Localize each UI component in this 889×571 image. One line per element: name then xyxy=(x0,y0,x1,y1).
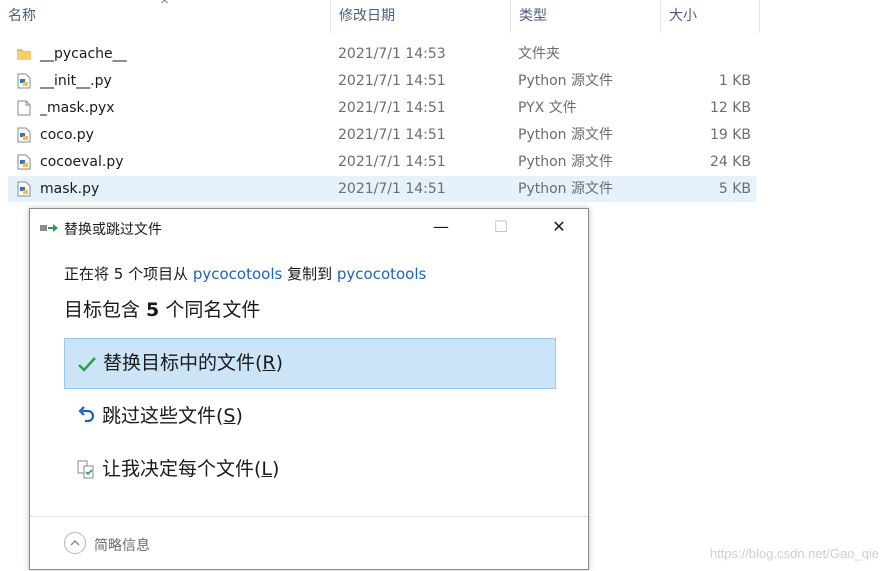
replace-files-option[interactable]: 替换目标中的文件(R) xyxy=(64,338,556,389)
file-size: 19 KB xyxy=(709,127,751,143)
decide-label: 让我决定每个文件( xyxy=(102,458,262,480)
file-row[interactable]: cocoeval.py 2021/7/1 14:51 Python 源文件 24… xyxy=(8,149,756,175)
decide-label-end: ) xyxy=(272,458,280,480)
column-header-size[interactable]: 大小 xyxy=(661,0,760,33)
folder-icon xyxy=(17,49,31,60)
file-row[interactable]: __pycache__ 2021/7/1 14:53 文件夹 xyxy=(8,41,756,67)
column-header-row: 名称 ^ 修改日期 类型 大小 xyxy=(0,0,760,33)
compare-files-icon xyxy=(77,460,94,479)
file-date: 2021/7/1 14:51 xyxy=(338,127,446,143)
column-header-type[interactable]: 类型 xyxy=(511,0,661,33)
replace-or-skip-dialog: 替换或跳过文件 — ☐ ✕ 正在将 5 个项目从 pycocotools 复制到… xyxy=(29,208,589,570)
file-name: coco.py xyxy=(40,127,94,143)
dialog-title: 替换或跳过文件 xyxy=(64,222,162,238)
python-file-icon xyxy=(17,154,31,170)
watermark-text: https://blog.csdn.net/Gao_qie xyxy=(709,546,879,561)
file-size: 24 KB xyxy=(709,154,751,170)
file-name: mask.py xyxy=(40,181,100,197)
file-name: _mask.pyx xyxy=(40,100,115,116)
blank-file-icon xyxy=(17,100,31,116)
close-button[interactable]: ✕ xyxy=(536,209,582,245)
python-file-icon xyxy=(17,127,31,143)
minimize-button[interactable]: — xyxy=(418,209,464,245)
column-header-date[interactable]: 修改日期 xyxy=(331,0,511,33)
headline-prefix: 目标包含 xyxy=(64,299,147,321)
python-file-icon xyxy=(17,73,31,89)
file-type: 文件夹 xyxy=(518,46,560,62)
file-name: __pycache__ xyxy=(40,46,127,62)
file-size: 12 KB xyxy=(709,100,751,116)
replace-label: 替换目标中的文件( xyxy=(103,352,263,374)
checkmark-icon xyxy=(78,357,96,372)
conflict-headline: 目标包含 5 个同名文件 xyxy=(64,295,260,322)
file-row[interactable]: __init__.py 2021/7/1 14:51 Python 源文件 1 … xyxy=(8,68,756,94)
file-transfer-icon xyxy=(40,224,58,232)
replace-label-end: ) xyxy=(275,352,284,374)
file-type: Python 源文件 xyxy=(518,127,613,143)
copy-status-line: 正在将 5 个项目从 pycocotools 复制到 pycocotools xyxy=(64,263,426,284)
file-date: 2021/7/1 14:51 xyxy=(338,154,446,170)
file-type: Python 源文件 xyxy=(518,154,613,170)
headline-suffix: 个同名文件 xyxy=(159,299,261,321)
file-name: __init__.py xyxy=(40,73,112,89)
file-size: 1 KB xyxy=(718,73,751,89)
conflict-count: 5 xyxy=(146,299,160,321)
file-type: Python 源文件 xyxy=(518,73,613,89)
source-folder-link[interactable]: pycocotools xyxy=(193,265,282,283)
file-size: 5 KB xyxy=(718,181,751,197)
sort-ascending-icon: ^ xyxy=(160,0,170,11)
decide-hotkey: L xyxy=(261,458,273,480)
file-type: Python 源文件 xyxy=(518,181,613,197)
file-row[interactable]: _mask.pyx 2021/7/1 14:51 PYX 文件 12 KB xyxy=(8,95,756,121)
file-date: 2021/7/1 14:51 xyxy=(338,100,446,116)
skip-arrow-icon xyxy=(78,406,95,423)
file-date: 2021/7/1 14:53 xyxy=(338,46,446,62)
decide-each-file-option[interactable]: 让我决定每个文件(L) xyxy=(64,444,556,495)
file-date: 2021/7/1 14:51 xyxy=(338,181,446,197)
destination-folder-link[interactable]: pycocotools xyxy=(337,265,426,283)
copy-prefix: 正在将 5 个项目从 xyxy=(64,265,193,283)
fewer-details-label: 简略信息 xyxy=(94,538,150,554)
file-date: 2021/7/1 14:51 xyxy=(338,73,446,89)
dialog-title-bar[interactable]: 替换或跳过文件 — ☐ ✕ xyxy=(30,209,588,245)
python-file-icon xyxy=(17,181,31,197)
file-name: cocoeval.py xyxy=(40,154,124,170)
chevron-up-icon xyxy=(64,532,86,554)
copy-middle: 复制到 xyxy=(282,265,337,283)
maximize-button: ☐ xyxy=(493,217,509,236)
footer-divider xyxy=(30,516,588,517)
replace-hotkey: R xyxy=(262,352,276,374)
skip-label-end: ) xyxy=(235,405,243,427)
file-type: PYX 文件 xyxy=(518,100,577,116)
skip-files-option[interactable]: 跳过这些文件(S) xyxy=(64,391,556,442)
skip-label: 跳过这些文件( xyxy=(102,405,224,427)
file-row-selected[interactable]: mask.py 2021/7/1 14:51 Python 源文件 5 KB xyxy=(8,176,756,202)
skip-hotkey: S xyxy=(223,405,236,427)
file-row[interactable]: coco.py 2021/7/1 14:51 Python 源文件 19 KB xyxy=(8,122,756,148)
